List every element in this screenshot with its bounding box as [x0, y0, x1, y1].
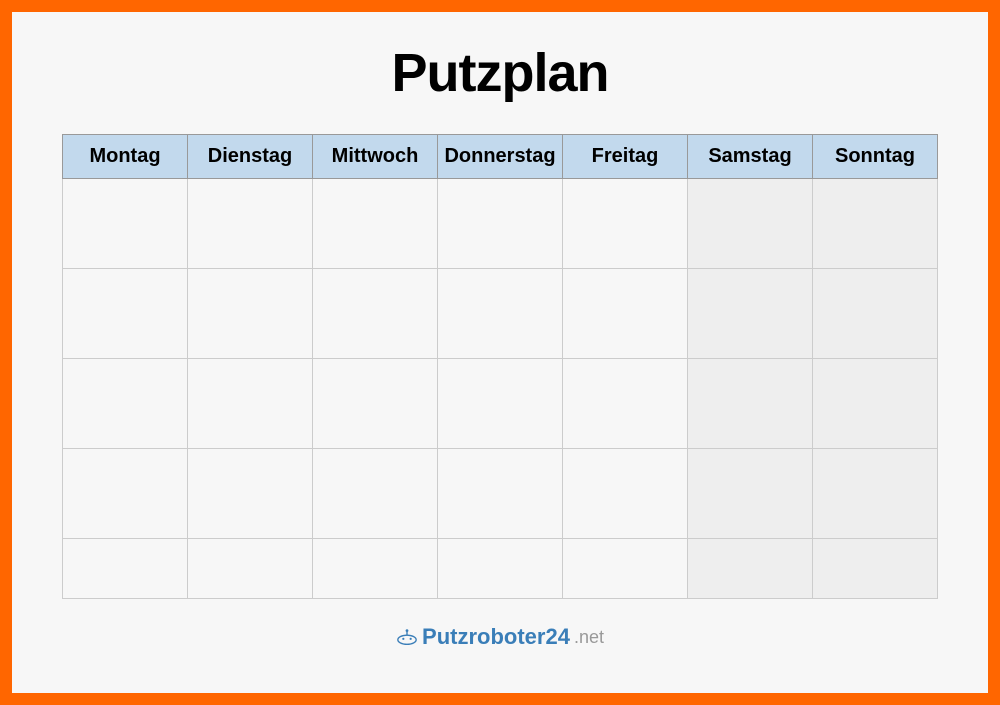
- day-header: Sonntag: [813, 135, 938, 179]
- plan-cell: [438, 539, 563, 599]
- plan-cell: [563, 449, 688, 539]
- plan-cell: [313, 449, 438, 539]
- brand-suffix: .net: [574, 627, 604, 648]
- day-header: Dienstag: [188, 135, 313, 179]
- cleaning-plan-table: Montag Dienstag Mittwoch Donnerstag Frei…: [62, 134, 938, 599]
- plan-cell: [438, 269, 563, 359]
- plan-cell-weekend: [813, 539, 938, 599]
- page-container: Putzplan Montag Dienstag Mittwoch Donner…: [12, 12, 988, 693]
- plan-cell: [188, 539, 313, 599]
- table-row: [63, 449, 938, 539]
- brand-name: Putzroboter24: [422, 624, 570, 650]
- plan-cell: [63, 179, 188, 269]
- plan-cell-weekend: [688, 269, 813, 359]
- plan-cell: [63, 359, 188, 449]
- plan-cell: [63, 269, 188, 359]
- page-title: Putzplan: [392, 42, 609, 104]
- plan-cell: [563, 539, 688, 599]
- plan-cell-weekend: [688, 179, 813, 269]
- plan-cell: [313, 269, 438, 359]
- plan-cell-weekend: [813, 359, 938, 449]
- plan-cell: [563, 359, 688, 449]
- day-header: Samstag: [688, 135, 813, 179]
- plan-cell: [563, 179, 688, 269]
- table-row: [63, 179, 938, 269]
- plan-cell-weekend: [688, 449, 813, 539]
- plan-cell: [188, 179, 313, 269]
- table-row: [63, 269, 938, 359]
- plan-cell: [313, 359, 438, 449]
- day-header: Freitag: [563, 135, 688, 179]
- plan-cell: [63, 449, 188, 539]
- footer-brand: Putzroboter24.net: [396, 624, 604, 650]
- plan-cell-weekend: [688, 539, 813, 599]
- table-header-row: Montag Dienstag Mittwoch Donnerstag Frei…: [63, 135, 938, 179]
- plan-cell: [563, 269, 688, 359]
- table-row: [63, 539, 938, 599]
- plan-cell-weekend: [813, 269, 938, 359]
- plan-cell: [188, 359, 313, 449]
- day-header: Montag: [63, 135, 188, 179]
- plan-cell: [313, 539, 438, 599]
- plan-cell: [438, 359, 563, 449]
- plan-cell: [188, 449, 313, 539]
- table-row: [63, 359, 938, 449]
- plan-cell: [438, 449, 563, 539]
- robot-icon: [396, 628, 418, 646]
- day-header: Mittwoch: [313, 135, 438, 179]
- plan-cell: [438, 179, 563, 269]
- plan-cell: [63, 539, 188, 599]
- plan-cell: [313, 179, 438, 269]
- plan-cell-weekend: [813, 179, 938, 269]
- plan-cell: [188, 269, 313, 359]
- plan-cell-weekend: [688, 359, 813, 449]
- day-header: Donnerstag: [438, 135, 563, 179]
- plan-cell-weekend: [813, 449, 938, 539]
